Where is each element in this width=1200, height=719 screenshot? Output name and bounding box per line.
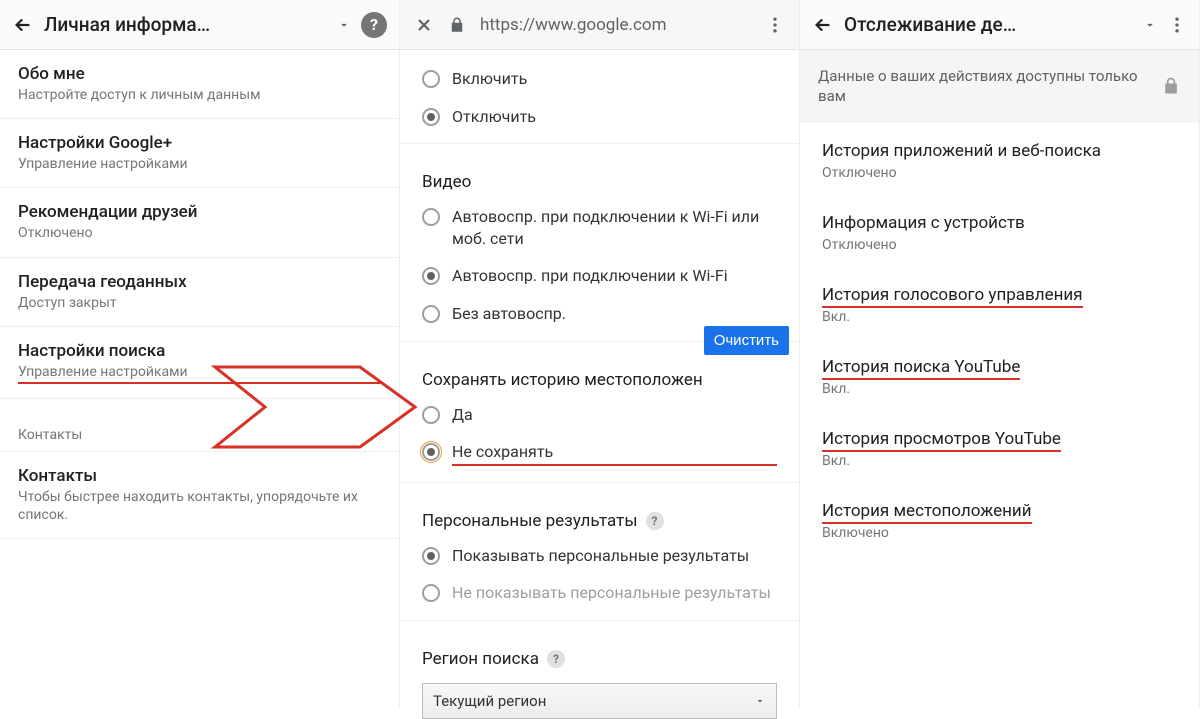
radio-enable[interactable]: Включить (400, 60, 799, 98)
dropdown-icon[interactable] (337, 18, 351, 32)
radio-icon (422, 108, 440, 126)
region-value: Текущий регион (433, 692, 546, 710)
radio-label: Отключить (452, 106, 777, 128)
more-icon[interactable] (1167, 15, 1187, 35)
group-title-video: Видео (400, 152, 799, 198)
radio-icon (422, 70, 440, 88)
item-location-history[interactable]: История местоположений Включено (800, 483, 1199, 555)
clear-button[interactable]: Очистить (704, 326, 789, 355)
back-icon[interactable] (12, 14, 34, 36)
page-title: Личная информа… (44, 13, 323, 36)
section-header-contacts: Контакты (0, 399, 399, 452)
item-search-settings[interactable]: Настройки поиска Управление настройками (0, 327, 399, 399)
dropdown-icon[interactable] (1143, 18, 1157, 32)
radio-save-yes[interactable]: Да (400, 396, 799, 434)
radio-label: Да (452, 404, 777, 426)
radio-save-no[interactable]: Не сохранять (400, 433, 799, 474)
chevron-down-icon (754, 695, 766, 707)
page-title: Отслеживание де… (844, 13, 1129, 36)
radio-label: Не сохранять (452, 441, 777, 466)
item-subtitle: Чтобы быстрее находить контакты, упорядо… (18, 488, 381, 524)
radio-icon (422, 305, 440, 323)
item-subtitle: Доступ закрыт (18, 294, 381, 312)
item-app-web-history[interactable]: История приложений и веб-поиска Отключен… (800, 123, 1199, 195)
item-contacts[interactable]: Контакты Чтобы быстрее находить контакты… (0, 452, 399, 539)
close-icon[interactable] (414, 15, 434, 35)
radio-icon (422, 267, 440, 285)
radio-label: Включить (452, 68, 777, 90)
more-icon[interactable] (765, 15, 785, 35)
radio-icon (422, 208, 440, 226)
item-title: Информация с устройств (822, 213, 1177, 233)
item-title: Контакты (18, 466, 381, 486)
item-title: Настройки Google+ (18, 133, 381, 153)
panel-activity-tracking: Отслеживание де… Данные о ваших действия… (800, 0, 1200, 708)
lock-icon (1161, 76, 1181, 96)
help-icon[interactable]: ? (547, 650, 565, 668)
radio-icon (422, 547, 440, 565)
radio-autoplay-all[interactable]: Автовоспр. при подключении к Wi-Fi или м… (400, 198, 799, 257)
url-text[interactable]: https://www.google.com (480, 15, 751, 35)
item-subtitle: Управление настройками (18, 363, 381, 384)
item-friend-recs[interactable]: Рекомендации друзей Отключено (0, 188, 399, 257)
region-select[interactable]: Текущий регион (422, 683, 777, 719)
radio-personal-show[interactable]: Показывать персональные результаты (400, 537, 799, 575)
item-subtitle: Вкл. (822, 381, 1177, 397)
radio-label: Автовоспр. при подключении к Wi-Fi (452, 265, 777, 287)
back-icon[interactable] (812, 14, 834, 36)
item-title: История голосового управления (822, 285, 1083, 308)
radio-label: Показывать персональные результаты (452, 545, 777, 567)
item-googleplus[interactable]: Настройки Google+ Управление настройками (0, 119, 399, 188)
item-geolocation[interactable]: Передача геоданных Доступ закрыт (0, 258, 399, 327)
item-subtitle: Управление настройками (18, 155, 381, 173)
header-bar: Отслеживание де… (800, 0, 1199, 50)
item-subtitle: Настройте доступ к личным данным (18, 86, 381, 104)
item-title: Обо мне (18, 64, 381, 84)
item-youtube-watch-history[interactable]: История просмотров YouTube Вкл. (800, 411, 1199, 483)
item-device-info[interactable]: Информация с устройств Отключено (800, 195, 1199, 267)
header-bar: Личная информа… ? (0, 0, 399, 50)
radio-disable[interactable]: Отключить (400, 98, 799, 136)
radio-autoplay-wifi[interactable]: Автовоспр. при подключении к Wi-Fi (400, 257, 799, 295)
item-title: История приложений и веб-поиска (822, 141, 1177, 161)
privacy-notice: Данные о ваших действиях доступны только… (800, 50, 1199, 123)
item-title: Настройки поиска (18, 341, 381, 361)
radio-personal-hide[interactable]: Не показывать персональные результаты (400, 574, 799, 612)
item-about-me[interactable]: Обо мне Настройте доступ к личным данным (0, 50, 399, 119)
group-title-region: Регион поиска ? (400, 629, 799, 675)
help-icon[interactable]: ? (361, 12, 387, 38)
item-voice-history[interactable]: История голосового управления Вкл. (800, 267, 1199, 339)
item-subtitle: Вкл. (822, 453, 1177, 469)
group-title-personal-results: Персональные результаты ? (400, 491, 799, 537)
item-subtitle: Вкл. (822, 309, 1177, 325)
radio-label: Не показывать персональные результаты (452, 582, 777, 604)
panel-browser-settings: https://www.google.com Включить Отключит… (400, 0, 800, 708)
browser-header: https://www.google.com (400, 0, 799, 50)
item-title: Передача геоданных (18, 272, 381, 292)
radio-label: Автовоспр. при подключении к Wi-Fi или м… (452, 206, 777, 249)
item-subtitle: Отключено (18, 224, 381, 242)
radio-icon (422, 406, 440, 424)
item-title: История поиска YouTube (822, 357, 1020, 380)
radio-label: Без автовоспр. (452, 303, 777, 325)
panel-personal-info: Личная информа… ? Обо мне Настройте дост… (0, 0, 400, 708)
group-title-location-history: Сохранять историю местоположен (400, 350, 799, 396)
item-title: Рекомендации друзей (18, 202, 381, 222)
item-subtitle: Отключено (822, 237, 1177, 253)
radio-icon (422, 584, 440, 602)
lock-icon (448, 16, 466, 34)
help-icon[interactable]: ? (646, 512, 664, 530)
item-subtitle: Включено (822, 525, 1177, 541)
item-subtitle: Отключено (822, 165, 1177, 181)
notice-text: Данные о ваших действиях доступны только… (818, 66, 1147, 107)
item-title: История местоположений (822, 501, 1032, 524)
radio-icon (422, 443, 440, 461)
item-youtube-search-history[interactable]: История поиска YouTube Вкл. (800, 339, 1199, 411)
item-title: История просмотров YouTube (822, 429, 1061, 452)
